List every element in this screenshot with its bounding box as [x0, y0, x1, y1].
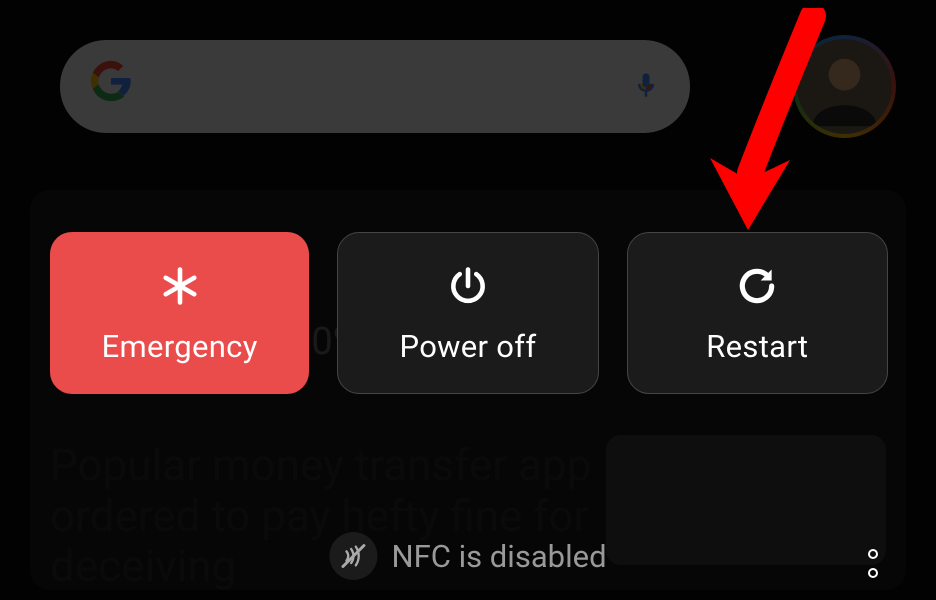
power-off-label: Power off — [400, 328, 537, 365]
kebab-dot-icon — [868, 568, 878, 578]
avatar-image — [797, 39, 892, 134]
restart-icon — [735, 262, 779, 310]
microphone-icon[interactable] — [632, 66, 660, 108]
nfc-disabled-icon — [329, 532, 377, 580]
power-icon — [446, 262, 490, 310]
restart-label: Restart — [706, 328, 808, 365]
kebab-dot-icon — [868, 549, 878, 559]
restart-button[interactable]: Restart — [627, 232, 888, 394]
medical-asterisk-icon — [158, 262, 202, 310]
nfc-toast-label: NFC is disabled — [391, 538, 606, 575]
google-search-bar[interactable] — [60, 40, 690, 133]
nfc-toast: NFC is disabled — [329, 532, 606, 580]
power-off-button[interactable]: Power off — [337, 232, 598, 394]
article-thumbnail — [606, 435, 886, 565]
profile-avatar[interactable] — [793, 35, 896, 138]
more-options-button[interactable] — [868, 549, 878, 578]
power-menu: Emergency Power off Restart — [50, 232, 888, 394]
emergency-label: Emergency — [102, 328, 258, 365]
google-logo-icon — [90, 60, 132, 113]
emergency-button[interactable]: Emergency — [50, 232, 309, 394]
